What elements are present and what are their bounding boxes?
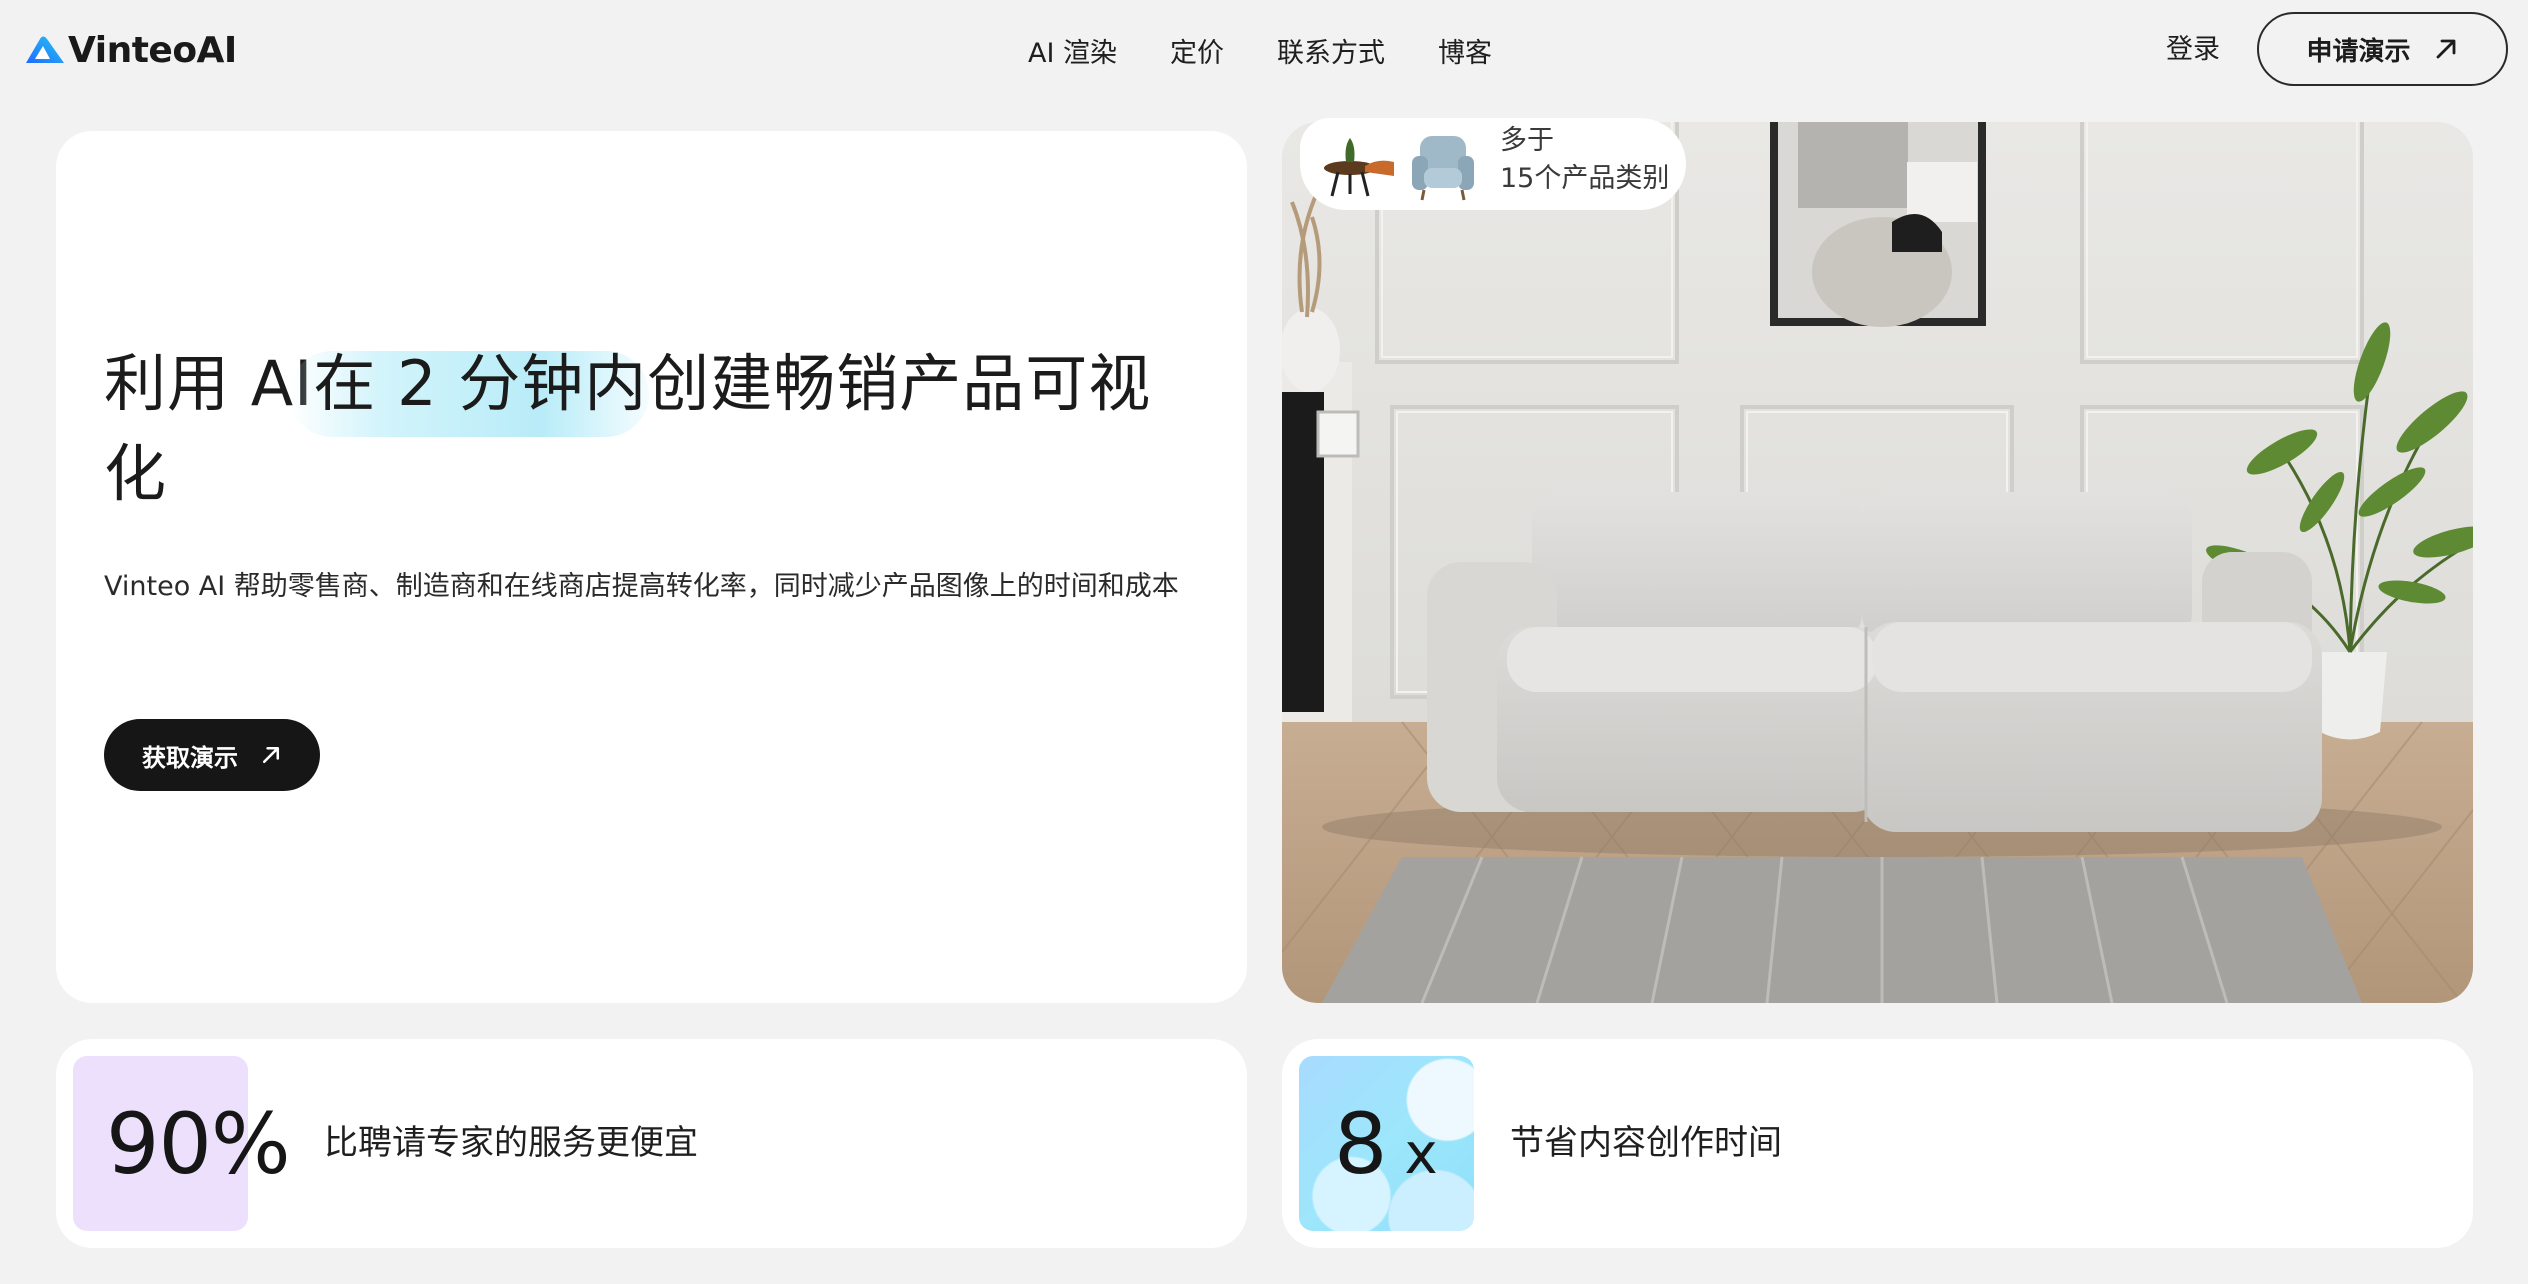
main-nav: AI 渲染 定价 联系方式 博客 <box>1028 28 1492 72</box>
nav-contact[interactable]: 联系方式 <box>1277 31 1385 70</box>
nav-pricing[interactable]: 定价 <box>1170 31 1224 70</box>
logo[interactable]: VinteoAI <box>24 28 237 72</box>
hero-card: 利用 AI 在 2 分钟内创建畅销产品可视化 Vinteo AI 帮助零售商、制造… <box>56 131 1247 1003</box>
vinteo-logo-icon <box>26 36 64 63</box>
stat-card-time: 8x 节省内容创作时间 <box>1282 1039 2473 1248</box>
hero-title-prefix: 利用 AI <box>104 347 314 420</box>
stat-value-time: 8x <box>1334 1089 1438 1199</box>
request-demo-label: 申请演示 <box>2306 36 2411 67</box>
side-table-thumbnail <box>1310 122 1396 208</box>
get-demo-button[interactable]: 获取演示 <box>104 719 320 791</box>
request-demo-button[interactable]: 申请演示 <box>2257 12 2508 86</box>
hero-title-highlight: 在 2 分钟内 <box>289 347 650 437</box>
nav-blog[interactable]: 博客 <box>1438 31 1492 70</box>
get-demo-label: 获取演示 <box>142 743 238 772</box>
arrow-up-right-icon <box>262 746 280 764</box>
category-count-line2: 15个产品类别 <box>1500 163 1670 194</box>
product-render-image <box>1282 122 2473 1003</box>
category-count-text: 多于 15个产品类别 <box>1500 122 1669 198</box>
stat-label-time: 节省内容创作时间 <box>1510 1123 1782 1163</box>
hero-title: 利用 AI 在 2 分钟内创建畅销产品可视化 <box>104 339 1214 519</box>
hero-subtitle: Vinteo AI 帮助零售商、制造商和在线商店提高转化率，同时减少产品图像上的… <box>104 571 1179 602</box>
login-link[interactable]: 登录 <box>2166 28 2220 72</box>
hero-title-highlight-text: 在 2 分钟内 <box>313 347 648 420</box>
stat-card-cost: 90% 比聘请专家的服务更便宜 <box>56 1039 1247 1248</box>
category-count-line1: 多于 <box>1500 125 1554 156</box>
stat-value-time-suffix: x <box>1404 1122 1437 1187</box>
nav-ai-rendering[interactable]: AI 渲染 <box>1028 31 1117 70</box>
sofa-living-room-illustration <box>1282 122 2473 1003</box>
product-category-badge: 多于 15个产品类别 <box>1300 118 1686 210</box>
armchair-thumbnail <box>1400 122 1486 208</box>
stat-label-cost: 比聘请专家的服务更便宜 <box>324 1123 698 1163</box>
arrow-up-right-icon <box>2436 39 2455 59</box>
stat-value-cost: 90% <box>106 1095 291 1193</box>
logo-text: VinteoAI <box>68 29 237 71</box>
site-header: VinteoAI AI 渲染 定价 联系方式 博客 登录 申请演示 <box>0 0 2528 100</box>
stat-value-time-number: 8 <box>1334 1095 1387 1193</box>
